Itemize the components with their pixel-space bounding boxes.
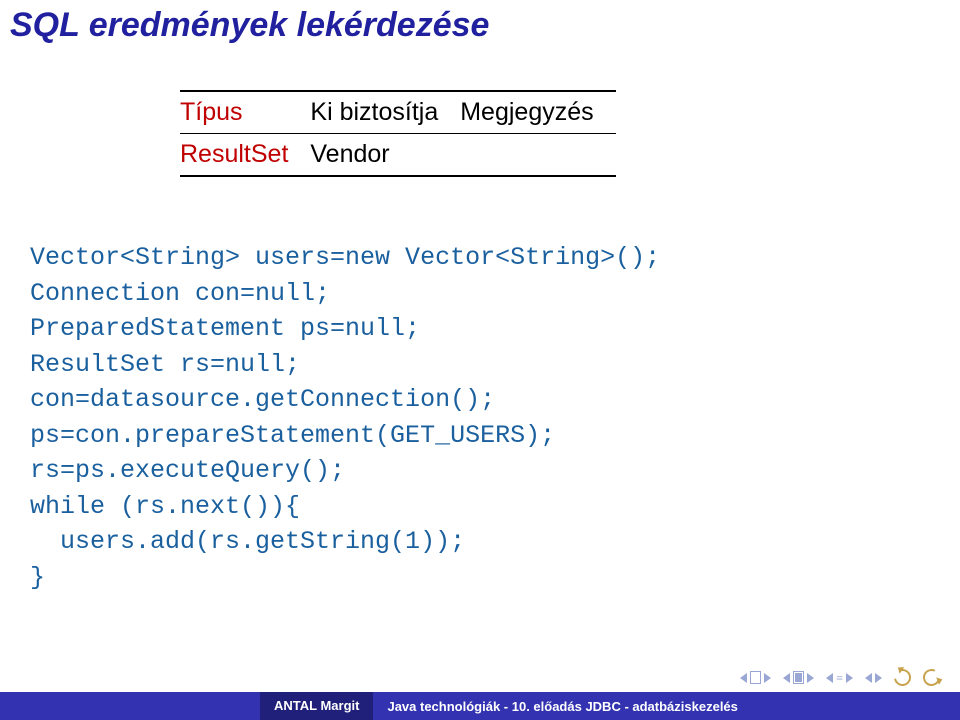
triangle-right-icon [846,673,853,683]
triangle-right-icon [807,673,814,683]
type-table: Típus Ki biztosítja Megjegyzés ResultSet… [180,90,616,177]
nav-prev-section[interactable] [783,671,814,684]
page-icon [750,671,761,684]
undo-icon[interactable] [891,666,915,690]
cell-col1: ResultSet [180,134,310,177]
nav-prev-slide[interactable] [740,671,771,684]
triangle-right-icon [875,673,882,683]
section-icon [793,671,804,684]
cell-col3 [460,134,615,177]
nav-prev-frame[interactable] [865,673,882,683]
triangle-left-icon [865,673,872,683]
table-header-row: Típus Ki biztosítja Megjegyzés [180,91,616,134]
redo-icon[interactable] [921,667,943,689]
triangle-left-icon [740,673,747,683]
table-row: ResultSet Vendor [180,134,616,177]
header-col3: Megjegyzés [460,91,615,134]
footer-author: ANTAL Margit [260,692,373,720]
triangle-right-icon [764,673,771,683]
cell-col2: Vendor [310,134,460,177]
triangle-left-icon [826,673,833,683]
footer-topic: Java technológiák - 10. előadás JDBC - a… [373,699,960,714]
code-block: Vector<String> users=new Vector<String>(… [30,240,660,595]
subsection-icon: ≡ [836,672,843,684]
header-col1: Típus [180,91,310,134]
triangle-left-icon [783,673,790,683]
header-col2: Ki biztosítja [310,91,460,134]
page-title: SQL eredmények lekérdezése [10,6,489,45]
slide: SQL eredmények lekérdezése Típus Ki bizt… [0,0,960,720]
footer-bar: ANTAL Margit Java technológiák - 10. elő… [0,692,960,720]
nav-controls: ≡ [740,669,940,686]
nav-prev-subsection[interactable]: ≡ [826,672,853,684]
